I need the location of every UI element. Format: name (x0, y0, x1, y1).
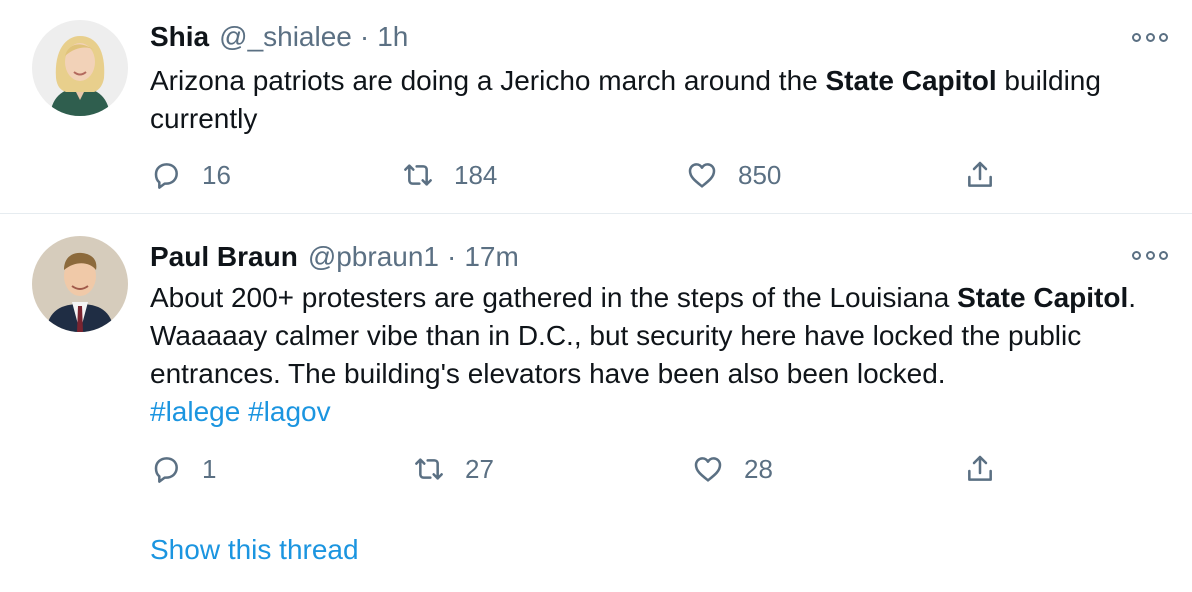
more-options-icon[interactable] (1132, 29, 1168, 45)
hashtag-link[interactable]: #lalege (150, 396, 240, 427)
hashtag-link[interactable]: #lagov (248, 396, 331, 427)
retweet-count: 184 (454, 159, 498, 190)
retweet-button[interactable]: 27 (413, 451, 494, 487)
tweet-header: Shia @_shialee · 1h (150, 19, 408, 55)
display-name[interactable]: Paul Braun (150, 241, 298, 273)
like-count: 28 (744, 453, 773, 484)
more-options-icon[interactable] (1132, 247, 1168, 263)
show-thread-link[interactable]: Show this thread (150, 534, 359, 566)
separator-dot: · (359, 21, 370, 52)
share-icon (968, 455, 992, 481)
reply-button[interactable]: 16 (150, 157, 231, 193)
reply-count: 16 (202, 159, 231, 190)
separator-dot: · (447, 241, 457, 272)
tweet-text-bold: State Capitol (825, 65, 997, 96)
retweet-icon (404, 164, 432, 186)
avatar[interactable] (32, 20, 128, 116)
user-handle[interactable]: @pbraun1 (308, 241, 439, 273)
share-icon (968, 161, 992, 187)
share-button[interactable] (964, 451, 996, 487)
like-button[interactable]: 850 (686, 157, 781, 193)
timestamp[interactable]: 17m (464, 241, 518, 273)
reply-icon (154, 457, 178, 483)
tweet-actions: 1 27 28 (150, 451, 1010, 487)
tweet-header: Paul Braun @pbraun1 · 17m (150, 239, 519, 275)
tweet-feed: Shia @_shialee · 1h Arizona patriots are… (0, 0, 1192, 592)
reply-count: 1 (202, 453, 217, 484)
tweet-text: Arizona patriots are doing a Jericho mar… (150, 62, 1160, 138)
retweet-icon (415, 458, 443, 480)
tweet-text-bold: State Capitol (957, 282, 1129, 313)
avatar[interactable] (32, 236, 128, 332)
tweet-actions: 16 184 850 (150, 157, 1010, 193)
retweet-button[interactable]: 184 (402, 157, 497, 193)
tweet-text-segment: Arizona patriots are doing a Jericho mar… (150, 65, 826, 96)
heart-icon (688, 163, 716, 188)
heart-icon (694, 457, 722, 482)
like-count: 850 (738, 159, 782, 190)
like-button[interactable]: 28 (692, 451, 773, 487)
tweet-card[interactable]: Paul Braun @pbraun1 · 17m About 200+ pro… (0, 215, 1192, 592)
tweet-text: About 200+ protesters are gathered in th… (150, 279, 1160, 431)
reply-icon (154, 163, 178, 189)
user-handle[interactable]: @_shialee (219, 21, 352, 53)
avatar-image (32, 20, 128, 116)
retweet-count: 27 (465, 453, 494, 484)
avatar-image (32, 236, 128, 332)
timestamp[interactable]: 1h (377, 21, 408, 53)
share-button[interactable] (964, 157, 996, 193)
reply-button[interactable]: 1 (150, 451, 216, 487)
display-name[interactable]: Shia (150, 21, 209, 53)
tweet-card[interactable]: Shia @_shialee · 1h Arizona patriots are… (0, 0, 1192, 214)
tweet-text-segment: About 200+ protesters are gathered in th… (150, 282, 958, 313)
